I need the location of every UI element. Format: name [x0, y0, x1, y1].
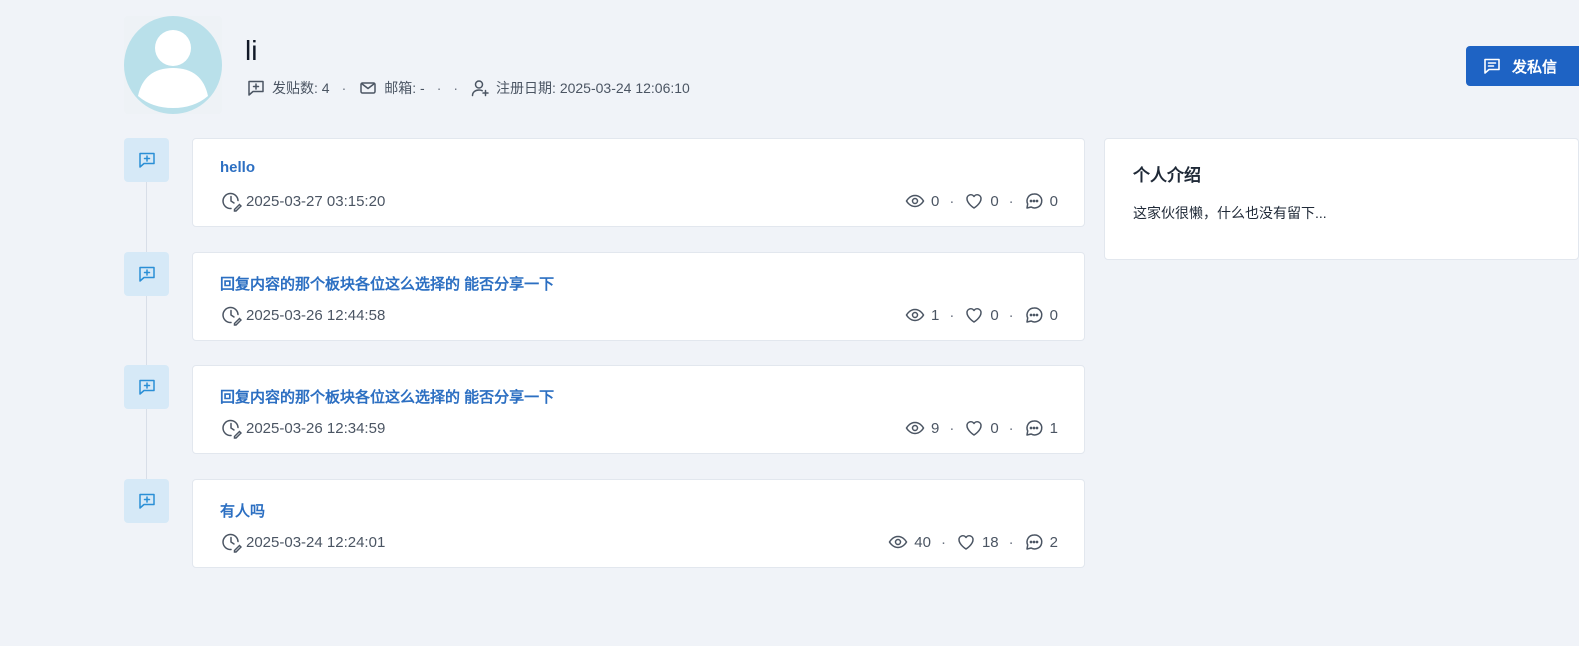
- post-date-label: 2025-03-24 12:24:01: [246, 533, 386, 551]
- eye-icon: [905, 191, 925, 211]
- like-count: 0: [964, 305, 999, 325]
- post-title-link[interactable]: 有人吗: [220, 500, 265, 521]
- timeline-post-icon: [124, 365, 169, 409]
- like-count: 0: [964, 418, 999, 438]
- user-add-icon: [470, 78, 490, 98]
- post-count: 发贴数: 4: [246, 78, 330, 98]
- send-message-button[interactable]: 发私信: [1466, 46, 1579, 86]
- stats-separator: ·: [949, 306, 955, 324]
- post-card: 回复内容的那个板块各位这么选择的 能否分享一下 2025-03-26 12:44…: [192, 252, 1085, 341]
- meta-separator: ·: [436, 80, 442, 96]
- post-date-label: 2025-03-27 03:15:20: [246, 192, 386, 210]
- timeline-post-icon: [124, 138, 169, 182]
- stats-separator: ·: [949, 419, 955, 437]
- view-count: 40: [888, 532, 931, 552]
- mail-icon: [358, 78, 378, 98]
- post-stats: 40 · 18 · 2: [888, 532, 1058, 552]
- comment-count: 1: [1024, 418, 1058, 438]
- eye-icon: [888, 532, 908, 552]
- view-count-value: 40: [914, 533, 931, 551]
- eye-icon: [905, 305, 925, 325]
- stats-separator: ·: [940, 533, 946, 551]
- like-count: 0: [964, 191, 999, 211]
- stats-separator: ·: [1008, 419, 1014, 437]
- username: li: [245, 35, 258, 66]
- view-count-value: 1: [930, 306, 940, 324]
- like-count-value: 18: [981, 533, 999, 551]
- post-stats: 0 · 0 · 0: [905, 191, 1058, 211]
- timeline-line: [146, 180, 147, 500]
- stats-separator: ·: [1008, 533, 1014, 551]
- intro-text: 这家伙很懒，什么也没有留下...: [1133, 205, 1327, 221]
- post-date: 2025-03-26 12:34:59: [220, 417, 386, 439]
- eye-icon: [905, 418, 925, 438]
- send-message-label: 发私信: [1512, 58, 1558, 76]
- post-card: hello 2025-03-27 03:15:20 0 · 0 · 0: [192, 138, 1085, 227]
- comment-count: 0: [1024, 191, 1058, 211]
- clock-icon: [220, 417, 242, 439]
- heart-icon: [956, 532, 976, 552]
- post-date-label: 2025-03-26 12:34:59: [246, 419, 386, 437]
- view-count-value: 9: [930, 419, 940, 437]
- post-count-label: 发贴数: 4: [272, 80, 330, 96]
- email-label: 邮箱: -: [384, 80, 425, 96]
- timeline-post-icon: [124, 252, 169, 296]
- stats-separator: ·: [1008, 306, 1014, 324]
- clock-icon: [220, 531, 242, 553]
- user-avatar-icon: [124, 16, 222, 114]
- avatar: [124, 16, 222, 114]
- comment-count-value: 2: [1049, 533, 1058, 551]
- clock-icon: [220, 190, 242, 212]
- profile-meta: 发贴数: 4 · 邮箱: - · · 注册日期: 2025-03-24 12:0…: [246, 78, 690, 98]
- post-title-link[interactable]: 回复内容的那个板块各位这么选择的 能否分享一下: [220, 386, 554, 407]
- comment-count-value: 0: [1049, 306, 1058, 324]
- intro-title: 个人介绍: [1133, 166, 1201, 185]
- intro-card: 个人介绍 这家伙很懒，什么也没有留下...: [1104, 138, 1579, 260]
- heart-icon: [964, 418, 984, 438]
- comment-count-value: 0: [1049, 192, 1058, 210]
- heart-icon: [964, 305, 984, 325]
- post-stats: 9 · 0 · 1: [905, 418, 1058, 438]
- comment-icon: [1024, 305, 1044, 325]
- post-title-link[interactable]: hello: [220, 159, 255, 176]
- stats-separator: ·: [1008, 192, 1014, 210]
- comment-icon: [1024, 191, 1044, 211]
- clock-icon: [220, 304, 242, 326]
- comment-count: 2: [1024, 532, 1058, 552]
- post-date: 2025-03-24 12:24:01: [220, 531, 386, 553]
- post-stats: 1 · 0 · 0: [905, 305, 1058, 325]
- comment-count: 0: [1024, 305, 1058, 325]
- post-date: 2025-03-27 03:15:20: [220, 190, 386, 212]
- meta-separator-extra: ·: [453, 80, 459, 96]
- meta-separator: ·: [341, 80, 347, 96]
- post-card: 回复内容的那个板块各位这么选择的 能否分享一下 2025-03-26 12:34…: [192, 365, 1085, 454]
- comment-icon: [1024, 418, 1044, 438]
- heart-icon: [964, 191, 984, 211]
- timeline-post-icon: [124, 479, 169, 523]
- like-count-value: 0: [990, 419, 999, 437]
- view-count: 1: [905, 305, 939, 325]
- comment-icon: [1024, 532, 1044, 552]
- comment-count-value: 1: [1049, 419, 1058, 437]
- chat-icon: [1482, 56, 1502, 76]
- post-date-label: 2025-03-26 12:44:58: [246, 306, 386, 324]
- post-add-icon: [246, 78, 266, 98]
- register-date-label: 注册日期: 2025-03-24 12:06:10: [496, 80, 690, 96]
- stats-separator: ·: [949, 192, 955, 210]
- email: 邮箱: -: [358, 78, 425, 98]
- view-count-value: 0: [930, 192, 940, 210]
- post-title-link[interactable]: 回复内容的那个板块各位这么选择的 能否分享一下: [220, 273, 554, 294]
- post-card: 有人吗 2025-03-24 12:24:01 40 · 18 · 2: [192, 479, 1085, 568]
- like-count-value: 0: [990, 192, 999, 210]
- view-count: 0: [905, 191, 939, 211]
- like-count-value: 0: [990, 306, 999, 324]
- register-date: 注册日期: 2025-03-24 12:06:10: [470, 78, 690, 98]
- view-count: 9: [905, 418, 939, 438]
- like-count: 18: [956, 532, 999, 552]
- post-date: 2025-03-26 12:44:58: [220, 304, 386, 326]
